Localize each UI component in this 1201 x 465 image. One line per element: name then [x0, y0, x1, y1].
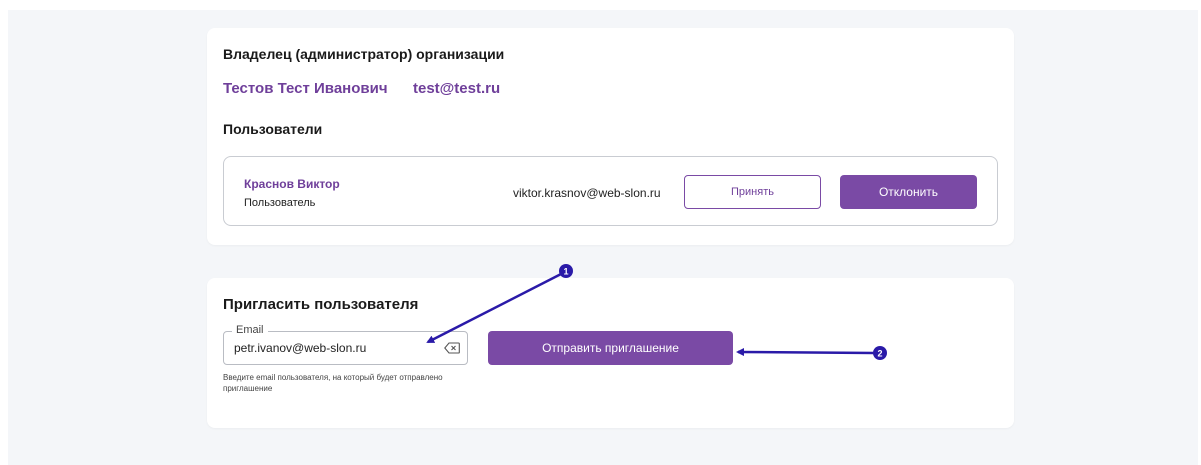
accept-button[interactable]: Принять — [684, 175, 821, 209]
owner-heading: Владелец (администратор) организации — [223, 46, 505, 62]
send-invitation-button[interactable]: Отправить приглашение — [488, 331, 733, 365]
backspace-clear-icon[interactable] — [444, 342, 460, 354]
user-request-row: Краснов Виктор Пользователь viktor.krasn… — [223, 156, 998, 226]
email-input[interactable] — [234, 341, 434, 355]
email-field-label: Email — [232, 324, 268, 336]
invite-user-card: Пригласить пользователя Email Введите em… — [207, 278, 1014, 428]
user-role: Пользователь — [244, 197, 316, 209]
organization-members-card: Владелец (администратор) организации Тес… — [207, 28, 1014, 245]
owner-name: Тестов Тест Иванович — [223, 80, 388, 97]
invite-heading: Пригласить пользователя — [223, 296, 419, 313]
email-field[interactable]: Email — [223, 324, 468, 365]
owner-email: test@test.ru — [413, 80, 501, 97]
user-name: Краснов Виктор — [244, 177, 340, 191]
user-email: viktor.krasnov@web-slon.ru — [513, 186, 661, 200]
decline-button[interactable]: Отклонить — [840, 175, 977, 209]
email-helper-text: Введите email пользователя, на который б… — [223, 373, 443, 393]
users-heading: Пользователи — [223, 121, 323, 137]
